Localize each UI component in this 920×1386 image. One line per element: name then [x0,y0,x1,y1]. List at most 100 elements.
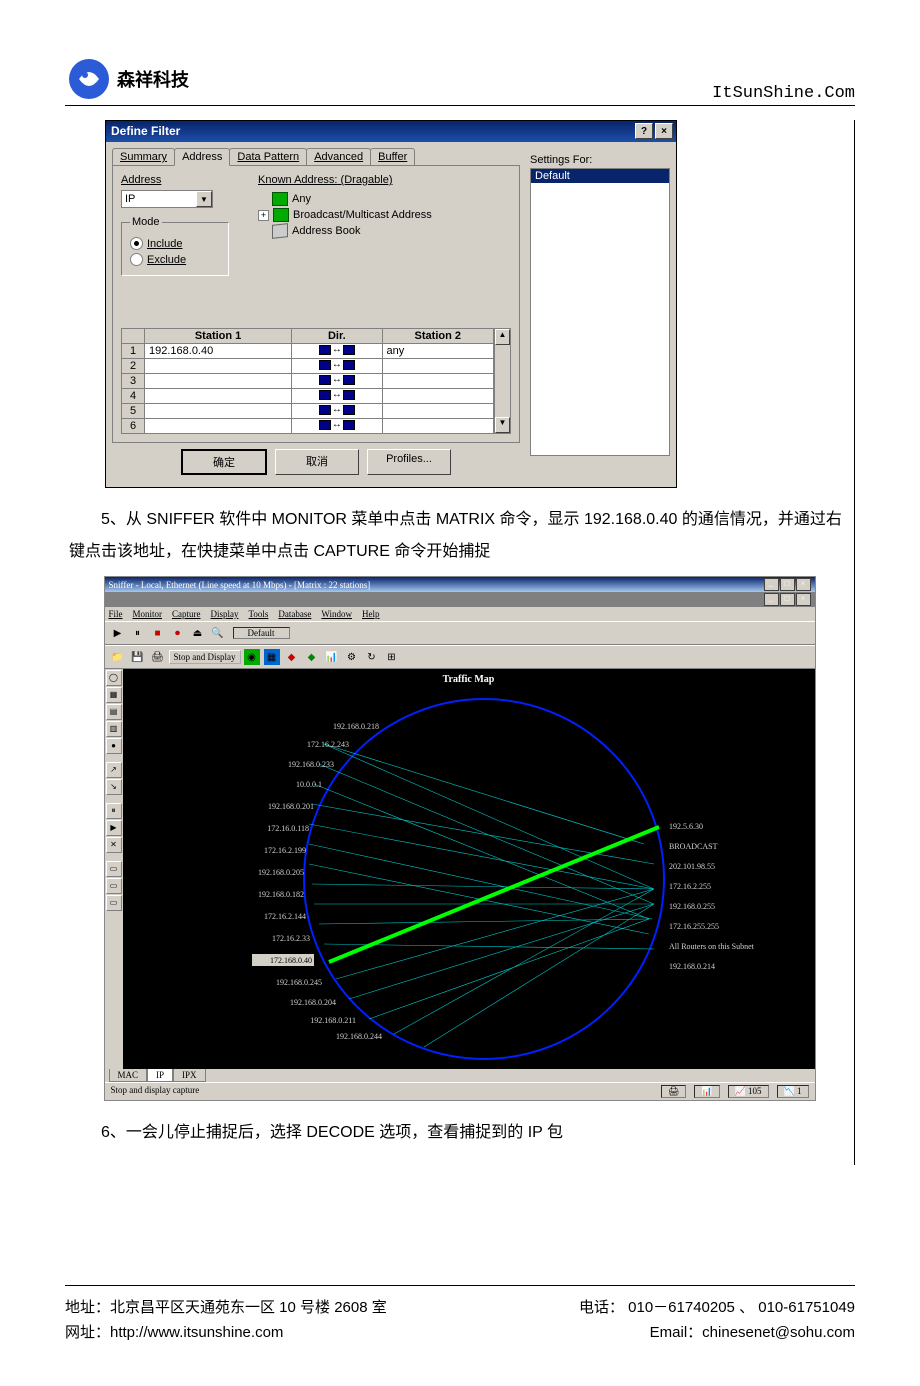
tab-summary[interactable]: Summary [112,148,175,166]
ok-button[interactable]: 确定 [181,449,267,475]
binoculars-icon[interactable]: 🔍 [209,624,227,642]
dialog-title: Define Filter [111,124,180,138]
tb-icon[interactable]: ⊞ [383,648,401,666]
tab-ip[interactable]: IP [147,1069,173,1082]
tb-icon[interactable]: 📁 [109,648,127,666]
menu-window[interactable]: Window [321,609,352,619]
play-icon[interactable]: ▶ [109,624,127,642]
side-pause-icon[interactable]: ⏸ [106,803,122,819]
minimize-icon[interactable]: _ [764,578,779,591]
tb-icon[interactable]: ◆ [303,648,321,666]
svg-text:192.168.0.255: 192.168.0.255 [669,902,715,911]
address-table: Station 1Dir.Station 2 1192.168.0.40↔any… [121,328,494,434]
matrix-statusbar: Stop and display capture 🖨 📊 📈 105 📉 1 [105,1082,815,1100]
tree-item-broadcast[interactable]: +Broadcast/Multicast Address [258,208,432,222]
tb-icon[interactable]: ↻ [363,648,381,666]
child-close-icon[interactable]: × [796,593,811,606]
tab-mac[interactable]: MAC [109,1069,148,1082]
side-icon[interactable]: ◯ [106,670,122,686]
profiles-button[interactable]: Profiles... [367,449,451,475]
traffic-map-canvas[interactable]: Traffic Map [123,669,815,1069]
svg-text:192.168.0.245: 192.168.0.245 [276,978,322,987]
close-button[interactable]: × [655,123,673,139]
tab-buffer[interactable]: Buffer [370,148,415,166]
side-icon[interactable]: ↗ [106,762,122,778]
side-icon[interactable]: ↘ [106,779,122,795]
tb-icon[interactable]: ◆ [283,648,301,666]
mode-exclude-radio[interactable]: Exclude [130,253,220,266]
table-row[interactable]: 6↔ [122,419,494,434]
tree-item-addressbook[interactable]: Address Book [258,224,432,238]
menu-monitor[interactable]: Monitor [133,609,163,619]
tb-icon[interactable]: ▦ [263,648,281,666]
cancel-button[interactable]: 取消 [275,449,359,475]
tb-icon[interactable]: ⚙ [343,648,361,666]
tree-item-any[interactable]: Any [258,192,432,206]
close-icon[interactable]: × [796,578,811,591]
mode-fieldset: Mode Include Exclude [121,216,229,276]
menu-display[interactable]: Display [211,609,239,619]
menu-help[interactable]: Help [362,609,380,619]
side-icon[interactable]: ▭ [106,895,122,911]
svg-text:192.168.0.201: 192.168.0.201 [268,802,314,811]
side-icon[interactable]: ▶ [106,820,122,836]
eject-icon[interactable]: ⏏ [189,624,207,642]
chevron-down-icon[interactable]: ▼ [196,191,212,207]
table-row[interactable]: 1192.168.0.40↔any [122,344,494,359]
side-icon[interactable]: ▤ [106,704,122,720]
settings-item-default[interactable]: Default [531,169,669,183]
page-header: 森祥科技 ItSunShine.Com [65,0,855,106]
side-icon[interactable]: ● [106,738,122,754]
tb-icon[interactable]: ◉ [243,648,261,666]
matrix-toolbar-1: ▶ ⏸ ■ ⏺ ⏏ 🔍 Default [105,621,815,645]
menu-tools[interactable]: Tools [249,609,269,619]
svg-text:172.16.0.118: 172.16.0.118 [267,824,309,833]
print-icon[interactable]: 🖨 [149,648,167,666]
maximize-icon[interactable]: □ [780,578,795,591]
tab-address[interactable]: Address [174,148,230,166]
help-button[interactable]: ? [635,123,653,139]
tab-data-pattern[interactable]: Data Pattern [229,148,307,166]
address-type-combo[interactable]: IP ▼ [121,190,213,208]
scroll-up-icon[interactable]: ▲ [495,329,510,345]
mode-include-radio[interactable]: Include [130,237,220,250]
address-tree: Any +Broadcast/Multicast Address Address… [258,192,432,238]
menu-capture[interactable]: Capture [172,609,201,619]
table-row[interactable]: 3↔ [122,374,494,389]
side-icon[interactable]: ✕ [106,837,122,853]
tab-ipx[interactable]: IPX [173,1069,206,1082]
company-logo-icon [65,55,113,103]
status-print-icon: 🖨 [661,1085,686,1098]
expand-icon[interactable]: + [258,210,269,221]
tab-advanced[interactable]: Advanced [306,148,371,166]
side-icon[interactable]: ▥ [106,721,122,737]
company-name: 森祥科技 [117,66,189,92]
child-max-icon[interactable]: □ [780,593,795,606]
book-icon [272,223,288,239]
stop-display-button[interactable]: Stop and Display [169,650,241,664]
table-scrollbar[interactable]: ▲ ▼ [494,328,511,434]
table-row[interactable]: 2↔ [122,359,494,374]
profile-combo[interactable]: Default [233,627,290,639]
menu-database[interactable]: Database [278,609,311,619]
pause-icon[interactable]: ⏸ [129,624,147,642]
table-row[interactable]: 4↔ [122,389,494,404]
scroll-down-icon[interactable]: ▼ [495,417,510,433]
child-min-icon[interactable]: _ [764,593,779,606]
table-row[interactable]: 5↔ [122,404,494,419]
svg-text:172.16.2.243: 172.16.2.243 [307,740,349,749]
svg-text:192.5.6.30: 192.5.6.30 [669,822,703,831]
matrix-toolbar-2: 📁 💾 🖨 Stop and Display ◉ ▦ ◆ ◆ 📊 ⚙ ↻ ⊞ [105,645,815,669]
settings-list[interactable]: Default [530,168,670,456]
record-icon[interactable]: ⏺ [169,624,187,642]
side-icon[interactable]: ▦ [106,687,122,703]
side-icon[interactable]: ▭ [106,878,122,894]
tb-icon[interactable]: 📊 [323,648,341,666]
matrix-sidebar: ◯ ▦ ▤ ▥ ● ↗ ↘ ⏸ ▶ ✕ ▭ ▭ ▭ [105,669,123,1069]
stop-icon[interactable]: ■ [149,624,167,642]
tb-icon[interactable]: 💾 [129,648,147,666]
svg-text:192.168.0.205: 192.168.0.205 [258,868,304,877]
sniffer-matrix-window: Sniffer - Local, Ethernet (Line speed at… [104,576,816,1101]
menu-file[interactable]: File [109,609,123,619]
side-icon[interactable]: ▭ [106,861,122,877]
